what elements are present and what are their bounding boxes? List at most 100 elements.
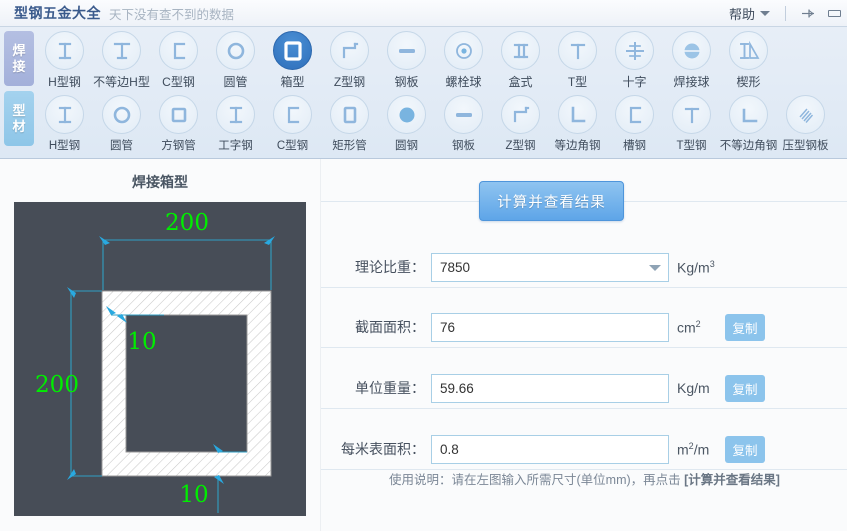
tool-item-corrugated-plate[interactable]: 压型钢板	[777, 94, 834, 153]
form-row: 单位重量： Kg/m 复制	[321, 358, 847, 418]
usage-hint: 使用说明：请在左图输入所需尺寸(单位mm)，再点击 [计算并查看结果]	[321, 469, 847, 488]
tool-item-channel-steel[interactable]: 槽钢	[606, 94, 663, 153]
tool-item-h-beam[interactable]: H型钢	[36, 30, 93, 90]
usage-hint-strong: [计算并查看结果]	[684, 473, 780, 487]
tool-item-round-pipe[interactable]: 圆管	[93, 94, 150, 153]
dim-label-top-width: 200	[165, 210, 209, 236]
icon-rows: H型钢 不等边H型 C型钢 圆管 箱型 Z型钢 钢板 螺栓球 盒式 T型 十字 焊接球 楔形 H型钢 圆管…	[36, 27, 847, 158]
tab-welded[interactable]: 焊 接	[4, 31, 34, 86]
field-label: 单位重量：	[355, 380, 425, 396]
app-title: 型钢五金大全	[14, 5, 101, 21]
tool-item-label: C型钢	[276, 140, 309, 152]
divider	[785, 5, 786, 21]
unit-text: m	[677, 441, 689, 458]
chevron-down-icon	[649, 264, 661, 271]
copy-button[interactable]: 复制	[725, 435, 765, 463]
diagram-title: 焊接箱型	[132, 174, 188, 190]
title-bar: 型钢五金大全 天下没有查不到的数据 帮助	[0, 0, 847, 27]
pin-button[interactable]	[795, 0, 821, 27]
tool-item-label: 盒式	[508, 75, 533, 89]
unit-text: cm	[677, 319, 696, 336]
round-bar-icon	[387, 95, 426, 134]
tool-item-label: 工字钢	[218, 140, 253, 152]
tool-item-wedge[interactable]: 楔形	[720, 30, 777, 90]
tool-item-welded-ball[interactable]: 焊接球	[663, 30, 720, 90]
tool-item-equal-angle[interactable]: 等边角钢	[549, 94, 606, 153]
copy-button[interactable]: 复制	[725, 374, 765, 402]
field-2-box[interactable]	[431, 373, 669, 403]
corrugated-plate-icon	[786, 95, 825, 134]
field-1-box[interactable]	[431, 312, 669, 342]
bolt-ball-icon	[444, 31, 483, 70]
section-drawing-canvas[interactable]: 200 200 10 10	[14, 202, 306, 516]
copy-button[interactable]: 复制	[725, 313, 765, 341]
wedge-icon	[729, 31, 768, 70]
tool-item-t-steel[interactable]: T型钢	[663, 94, 720, 153]
result-panel: 计算并查看结果 理论比重：Kg/m3截面面积：cm2复制单位重量：Kg/m复制每…	[320, 159, 847, 531]
tool-item-steel-plate[interactable]: 钢板	[378, 30, 435, 90]
tool-item-round-bar[interactable]: 圆钢	[378, 94, 435, 153]
tool-item-label: 钢板	[452, 140, 475, 152]
tool-item-label: 楔形	[736, 75, 761, 89]
form-row: 截面面积： cm2 复制	[321, 297, 847, 357]
tool-item-steel-plate[interactable]: 钢板	[435, 94, 492, 153]
tool-item-box-section[interactable]: 箱型	[264, 30, 321, 90]
tool-item-c-channel[interactable]: C型钢	[264, 94, 321, 153]
tool-item-t-beam[interactable]: T型	[549, 30, 606, 90]
minimize-icon	[827, 9, 841, 17]
field-3-input[interactable]	[440, 441, 660, 457]
tool-item-label: 方钢管	[161, 140, 196, 152]
minimize-button[interactable]	[821, 0, 847, 27]
unequal-angle-icon	[729, 95, 768, 134]
tool-item-label: 矩形管	[332, 140, 367, 152]
tool-item-round-pipe[interactable]: 圆管	[207, 30, 264, 90]
calculate-button[interactable]: 计算并查看结果	[479, 181, 624, 221]
chevron-down-icon	[760, 10, 770, 16]
tool-item-unequal-angle[interactable]: 不等边角钢	[720, 94, 777, 153]
vertical-tabs: 焊 接 型 材	[0, 27, 36, 158]
tool-item-label: 圆管	[223, 75, 248, 89]
unit-text: Kg/m	[677, 380, 710, 396]
tool-item-c-channel[interactable]: C型钢	[150, 30, 207, 90]
pin-icon	[801, 9, 814, 17]
c-channel-icon	[273, 95, 312, 134]
field-label: 截面面积：	[355, 319, 425, 335]
tool-item-square-pipe[interactable]: 方钢管	[150, 94, 207, 153]
tool-item-label: 圆钢	[395, 140, 418, 152]
tool-item-label: Z型钢	[505, 140, 536, 152]
field-1-input[interactable]	[440, 319, 660, 335]
tool-item-i-beam[interactable]: 工字钢	[207, 94, 264, 153]
equal-angle-icon	[558, 95, 597, 134]
tool-item-z-beam[interactable]: Z型钢	[321, 30, 378, 90]
tool-item-cross-beam[interactable]: 十字	[606, 30, 663, 90]
tab-profile[interactable]: 型 材	[4, 91, 34, 146]
field-unit: Kg/m	[677, 380, 725, 396]
tool-item-label: 螺栓球	[445, 75, 482, 89]
main-content: 焊接箱型 200 200 10 10 计算并查看结果 理论比重： 7850 Kg…	[0, 159, 847, 531]
icon-row-welded: H型钢 不等边H型 C型钢 圆管 箱型 Z型钢 钢板 螺栓球 盒式 T型 十字 焊接球 楔形	[36, 30, 847, 94]
tool-item-label: T型钢	[676, 140, 707, 152]
tool-item-bolt-ball[interactable]: 螺栓球	[435, 30, 492, 90]
tool-item-rect-pipe[interactable]: 矩形管	[321, 94, 378, 153]
unit-exponent: 2	[695, 318, 701, 329]
dim-top-width	[102, 239, 272, 290]
welded-ball-icon	[672, 31, 711, 70]
tool-item-box-type[interactable]: 盒式	[492, 30, 549, 90]
box-type-icon	[501, 31, 540, 70]
help-menu-button[interactable]: 帮助	[723, 4, 776, 23]
field-2-input[interactable]	[440, 380, 660, 396]
dim-label-top-thickness: 10	[127, 329, 156, 355]
tool-item-label: 箱型	[280, 75, 305, 89]
tool-item-unequal-h-beam[interactable]: 不等边H型	[93, 30, 150, 90]
help-label: 帮助	[728, 6, 755, 22]
field-0-box[interactable]	[431, 252, 669, 282]
tool-item-h-beam[interactable]: H型钢	[36, 94, 93, 153]
tab-welded-label-2: 接	[12, 58, 26, 74]
z-beam-icon	[501, 95, 540, 134]
field-0-input[interactable]	[440, 259, 644, 275]
field-3-box[interactable]	[431, 434, 669, 464]
unit-exponent: 3	[709, 258, 715, 269]
tool-item-z-beam[interactable]: Z型钢	[492, 94, 549, 153]
tool-item-label: 压型钢板	[782, 140, 829, 152]
square-pipe-icon	[159, 95, 198, 134]
